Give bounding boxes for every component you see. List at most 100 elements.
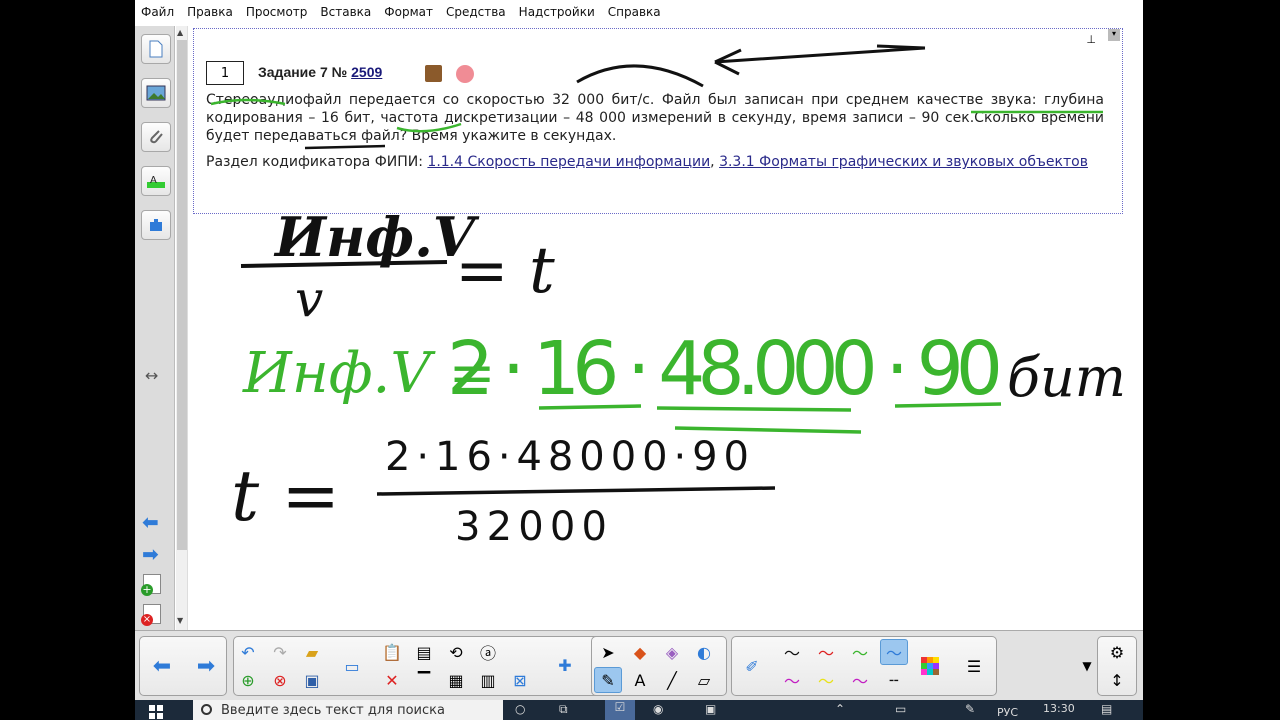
pen-yellow-icon[interactable]: 〜: [812, 667, 840, 693]
delete-icon[interactable]: ✕: [378, 667, 406, 693]
svg-text:A: A: [150, 175, 157, 186]
open-folder-icon[interactable]: ▰: [298, 639, 326, 665]
task-box[interactable]: 1 Задание 7 № 2509 Стереоаудиофайл перед…: [193, 28, 1123, 214]
pen-settings-icon[interactable]: ✐: [738, 653, 766, 679]
line-tool-icon[interactable]: ╱: [658, 667, 686, 693]
screen-shade-icon[interactable]: ▔: [410, 667, 438, 693]
pens-tool-icon[interactable]: ✎: [594, 667, 622, 693]
windows-start-icon[interactable]: [149, 705, 163, 719]
save-icon[interactable]: ▣: [298, 667, 326, 693]
pen-red-icon[interactable]: 〜: [812, 639, 840, 665]
addons-button[interactable]: [141, 210, 171, 240]
delete-page-toolbar-icon[interactable]: ⊗: [266, 667, 294, 693]
tray-chevron-icon[interactable]: ⌃: [835, 702, 845, 716]
menu-insert[interactable]: Вставка: [320, 5, 371, 19]
windows-taskbar: Введите здесь текст для поиска ○ ⧉ ☑ ◉ ▣…: [135, 700, 1143, 720]
object-menu-icon[interactable]: ▾: [1108, 29, 1120, 41]
shapes-tool-icon[interactable]: ◆: [626, 639, 654, 665]
resize-icon[interactable]: ↔: [145, 366, 158, 385]
toolbar-tools-group: ➤ ◆ ◈ ◐ ✎ A ╱ ▱: [591, 636, 727, 696]
next-page-button[interactable]: ➡: [192, 653, 220, 679]
select-tool-icon[interactable]: ➤: [594, 639, 622, 665]
search-placeholder: Введите здесь текст для поиска: [221, 703, 445, 718]
previous-page-button[interactable]: ⬅: [148, 653, 176, 679]
menu-edit[interactable]: Правка: [187, 5, 233, 19]
task-title-prefix: Задание 7 №: [258, 64, 348, 80]
screen-display-icon[interactable]: ▭: [338, 653, 366, 679]
paste-icon[interactable]: 📋: [378, 639, 406, 665]
text-tool-icon[interactable]: A: [626, 667, 654, 693]
table-icon[interactable]: ▦: [442, 667, 470, 693]
toolbar-nav-group: ⬅ ➡: [139, 636, 227, 696]
properties-button[interactable]: A: [141, 166, 171, 196]
redo-icon[interactable]: ↷: [266, 639, 294, 665]
properties-icon: A: [147, 175, 165, 188]
spellcheck-icon[interactable]: ⓐ: [474, 639, 502, 665]
menu-addons[interactable]: Надстройки: [519, 5, 595, 19]
previous-page-icon[interactable]: ⬅: [142, 510, 159, 534]
codifier-link-1[interactable]: 1.1.4 Скорость передачи информации: [427, 154, 710, 170]
task-view-icon[interactable]: ⧉: [559, 702, 568, 717]
rotate-icon[interactable]: ⟲: [442, 639, 470, 665]
task-link[interactable]: 2509: [351, 64, 382, 80]
tray-pen-icon[interactable]: ✎: [965, 702, 975, 716]
menu-view[interactable]: Просмотр: [246, 5, 308, 19]
toolbar-settings-group: ⚙ ↕: [1097, 636, 1137, 696]
codifier-label: Раздел кодификатора ФИПИ:: [206, 154, 423, 170]
attachments-button[interactable]: [141, 122, 171, 152]
pen-green-icon[interactable]: 〜: [846, 639, 874, 665]
move-toolbar-icon[interactable]: ↕: [1103, 667, 1131, 693]
scroll-down-icon[interactable]: ▼: [177, 616, 183, 625]
pen-magenta-icon[interactable]: 〜: [778, 667, 806, 693]
puzzle-icon: [150, 219, 162, 231]
task-status-icon[interactable]: [456, 65, 474, 83]
cortana-icon[interactable]: ○: [515, 702, 525, 716]
menu-format[interactable]: Формат: [384, 5, 433, 19]
tray-network-icon[interactable]: ▭: [895, 702, 906, 716]
pin-icon[interactable]: ⊥: [1086, 33, 1096, 46]
pen-blue-icon[interactable]: 〜: [880, 639, 908, 665]
delete-page-icon[interactable]: ×: [141, 604, 161, 626]
line-style-icon[interactable]: ☰: [960, 653, 988, 679]
language-indicator[interactable]: РУС: [997, 706, 1018, 719]
scroll-thumb[interactable]: [177, 40, 187, 550]
notifications-icon[interactable]: ▤: [1101, 702, 1112, 716]
codifier-link-2[interactable]: 3.3.1 Форматы графических и звуковых объ…: [719, 154, 1088, 170]
menu-help[interactable]: Справка: [608, 5, 661, 19]
codifier-separator: ,: [710, 154, 715, 170]
pen-black-icon[interactable]: 〜: [778, 639, 806, 665]
vertical-scrollbar[interactable]: ▲ ▼: [176, 26, 188, 630]
smart-notebook-window: Файл Правка Просмотр Вставка Формат Сред…: [135, 0, 1143, 700]
scroll-up-icon[interactable]: ▲: [177, 28, 183, 37]
gallery-button[interactable]: [141, 78, 171, 108]
page-sorter-button[interactable]: [141, 34, 171, 64]
pen-highlighter-icon[interactable]: 〜: [846, 667, 874, 693]
eraser-icon[interactable]: ▱: [690, 667, 718, 693]
palette-grid-icon: [921, 657, 939, 675]
addon-puzzle-icon[interactable]: ✚: [551, 652, 579, 678]
taskbar-browser-icon[interactable]: ◉: [653, 702, 663, 716]
add-page-toolbar-icon[interactable]: ⊕: [234, 667, 262, 693]
taskbar-app-icon[interactable]: ▣: [705, 702, 716, 716]
fill-tool-icon[interactable]: ◐: [690, 639, 718, 665]
document-camera-icon[interactable]: ▥: [474, 667, 502, 693]
add-page-icon[interactable]: +: [141, 574, 161, 596]
color-palette-icon[interactable]: [916, 653, 944, 679]
fullscreen-icon[interactable]: ⊠: [506, 667, 534, 693]
taskbar-notebook-app-icon[interactable]: ☑: [605, 700, 635, 720]
undo-icon[interactable]: ↶: [234, 639, 262, 665]
menu-bar: Файл Правка Просмотр Вставка Формат Сред…: [135, 0, 1143, 24]
task-case-icon[interactable]: [425, 65, 442, 82]
screenshot-icon[interactable]: ▤: [410, 639, 438, 665]
image-icon: [146, 85, 166, 101]
system-clock[interactable]: 13:30: [1043, 702, 1075, 715]
task-title: Задание 7 № 2509: [258, 64, 382, 80]
eraser-tool-icon[interactable]: ◈: [658, 639, 686, 665]
pen-dashed-icon[interactable]: ╌: [880, 667, 908, 693]
next-page-icon[interactable]: ➡: [142, 542, 159, 566]
menu-file[interactable]: Файл: [141, 5, 174, 19]
taskbar-search-input[interactable]: Введите здесь текст для поиска: [193, 700, 503, 720]
page-icon: [149, 40, 163, 58]
gear-icon[interactable]: ⚙: [1103, 639, 1131, 665]
menu-tools[interactable]: Средства: [446, 5, 506, 19]
